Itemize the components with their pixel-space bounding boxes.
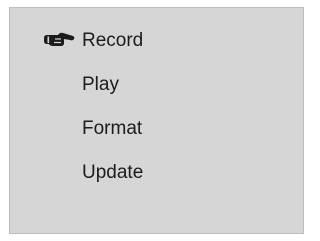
menu-item-label: Update [82, 162, 144, 183]
menu-item-play[interactable]: Play [10, 73, 303, 117]
menu-item-label: Play [82, 74, 119, 95]
menu-item-label: Record [82, 30, 144, 51]
menu-screen: Record Play Format Update [9, 7, 304, 234]
menu-item-update[interactable]: Update [10, 161, 303, 205]
pointing-hand-icon [44, 32, 75, 46]
main-menu: Record Play Format Update [10, 29, 303, 205]
menu-item-format[interactable]: Format [10, 117, 303, 161]
menu-item-label: Format [82, 118, 143, 139]
menu-item-record[interactable]: Record [10, 29, 303, 73]
